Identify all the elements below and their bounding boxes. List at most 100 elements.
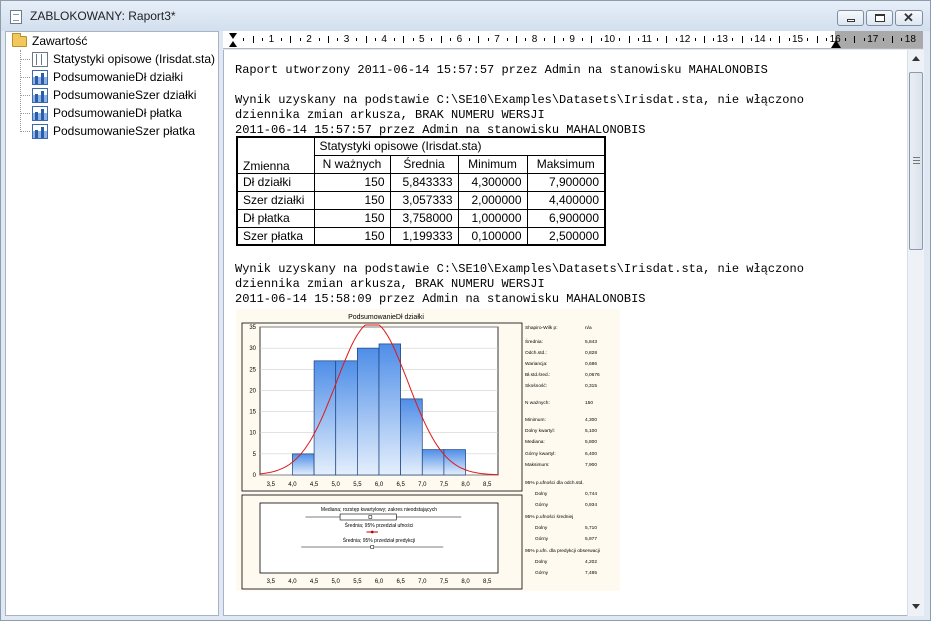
row-name: Dł płatka: [236, 208, 315, 228]
ruler-label: 15: [792, 34, 804, 45]
stat-label: Wariancja:: [525, 361, 547, 367]
x-tick-label: 5,0: [332, 482, 341, 488]
ruler-label: 8: [531, 34, 538, 45]
ruler-tick: [440, 36, 442, 43]
ruler-label: 5: [419, 34, 425, 45]
tree-item-graph-dl-platka[interactable]: PodsumowanieDł płatka: [20, 104, 182, 122]
stat-value: 6,400: [585, 451, 597, 457]
x-tick-label: 6,0: [375, 579, 384, 585]
x-tick-label: 6,5: [396, 579, 405, 585]
ruler[interactable]: 1 2 3 4 5 6 7 8 9 10 11 12 13 14 15 16 17 18: [223, 31, 923, 49]
tree-root[interactable]: Zawartość: [12, 32, 87, 49]
interval-value: 0,934: [585, 502, 597, 508]
result-info-line: dziennika zmian arkusza, BRAK NUMERU WER…: [235, 108, 545, 122]
x-tick-label: 8,5: [483, 482, 492, 488]
stat-label: Dolny kwartyl:: [525, 428, 555, 434]
column-header: Średnia: [389, 154, 459, 174]
boxplot-median: [368, 515, 373, 519]
maximize-button[interactable]: [866, 10, 893, 26]
ruler-tick: [713, 38, 715, 41]
cell: 150: [313, 190, 391, 210]
column-header: Minimum: [457, 154, 528, 174]
ruler-label: 17: [867, 34, 879, 45]
stat-value: 0,315: [585, 383, 597, 389]
scroll-up-arrow-icon[interactable]: [912, 56, 920, 61]
cell: 7,900000: [526, 172, 606, 192]
cell: 3,758000: [389, 208, 459, 228]
ruler-tick: [591, 36, 593, 43]
stat-value: 0,828: [585, 350, 597, 356]
y-tick-label: 35: [249, 325, 256, 331]
column-header: N ważnych: [313, 154, 391, 174]
tree-item-label: PodsumowanieSzer działki: [53, 88, 197, 102]
ruler-tick: [431, 38, 433, 41]
row-name: Dł działki: [236, 172, 315, 192]
summary-graph[interactable]: PodsumowanieDł działki 0 5 10 15 20 25 30 35 3,5 4…: [236, 309, 620, 591]
scroll-down-arrow-icon[interactable]: [912, 604, 920, 609]
x-tick-label: 8,5: [483, 579, 492, 585]
interval-value: 7,485: [585, 570, 597, 576]
result-info-line: 2011-06-14 15:58:09 przez Admin na stano…: [235, 292, 646, 306]
ruler-tick: [600, 38, 602, 41]
x-tick-label: 3,5: [267, 482, 276, 488]
ruler-tick: [863, 38, 865, 41]
cell: 1,199333: [389, 226, 459, 246]
x-tick-label: 5,5: [353, 482, 362, 488]
stat-label: Odch.std.:: [525, 350, 547, 356]
ruler-tick: [657, 38, 658, 41]
x-tick-label: 4,0: [288, 579, 297, 585]
y-tick-label: 0: [253, 473, 257, 479]
minimize-button[interactable]: [837, 10, 864, 26]
ruler-tick: [262, 38, 264, 41]
interval-label: Dolny: [535, 559, 548, 565]
cell: 150: [313, 208, 391, 228]
graph-icon: [32, 69, 48, 85]
cell: 2,500000: [526, 226, 606, 246]
ruler-tick: [393, 38, 395, 41]
x-tick-label: 7,5: [440, 482, 449, 488]
y-tick-label: 25: [249, 367, 256, 373]
tree-item-graph-szer-dzialki[interactable]: PodsumowanieSzer działki: [20, 86, 196, 104]
stat-label: N ważnych:: [525, 400, 550, 406]
title-bar[interactable]: ZABLOKOWANY: Raport3* ✕: [1, 1, 930, 31]
ruler-tick: [516, 36, 517, 43]
histogram-bar: [335, 360, 358, 476]
ruler-label: 12: [679, 34, 691, 45]
ruler-tick: [581, 38, 583, 41]
stat-value: 5,800: [585, 439, 597, 445]
stat-value: 0,0676: [585, 372, 600, 378]
descriptive-stats-table: Zmienna Statystyki opisowe (Irisdat.sta)…: [236, 136, 606, 246]
histogram-bar: [313, 360, 337, 476]
stat-label: Maksimum:: [525, 462, 550, 468]
mean-pi-marker: [370, 545, 374, 549]
interval-title: 95% p.ufności średniej: [525, 514, 573, 520]
ruler-tick: [694, 38, 696, 41]
row-header-cell: Zmienna: [236, 136, 315, 174]
scroll-thumb[interactable]: [909, 72, 923, 250]
close-button[interactable]: ✕: [895, 10, 923, 26]
tree-item-stats-table[interactable]: Statystyki opisowe (Irisdat.sta): [20, 50, 215, 68]
ruler-tick: [356, 38, 358, 41]
stat-value: 7,900: [585, 462, 597, 468]
tree-item-graph-dl-dzialki[interactable]: PodsumowanieDł działki: [20, 68, 183, 86]
vertical-scrollbar[interactable]: [907, 50, 924, 616]
report-document[interactable]: Raport utworzony 2011-06-14 15:57:57 prz…: [223, 50, 907, 616]
left-indent-marker[interactable]: [229, 33, 237, 47]
histogram-bar: [378, 343, 401, 476]
ruler-tick: [375, 38, 376, 41]
stat-label: Mediana:: [525, 439, 545, 445]
table-row: Szer płatka 150 1,199333 0,100000 2,5000…: [236, 226, 606, 246]
cell: 0,100000: [457, 226, 528, 246]
ruler-tick: [553, 36, 555, 43]
tree-item-graph-szer-platka[interactable]: PodsumowanieSzer płatka: [20, 122, 195, 140]
x-tick-label: 5,0: [332, 579, 341, 585]
open-folder-icon: [12, 32, 27, 47]
ruler-tick: [299, 38, 301, 41]
ruler-tick: [290, 36, 292, 43]
restore-icon: [875, 14, 885, 22]
stat-label: Średnia:: [525, 337, 543, 345]
contents-tree: Zawartość Statystyki opisowe (Irisdat.st…: [5, 31, 219, 616]
ruler-tick: [788, 38, 790, 41]
ruler-label: 13: [716, 34, 728, 45]
cell: 150: [313, 226, 391, 246]
